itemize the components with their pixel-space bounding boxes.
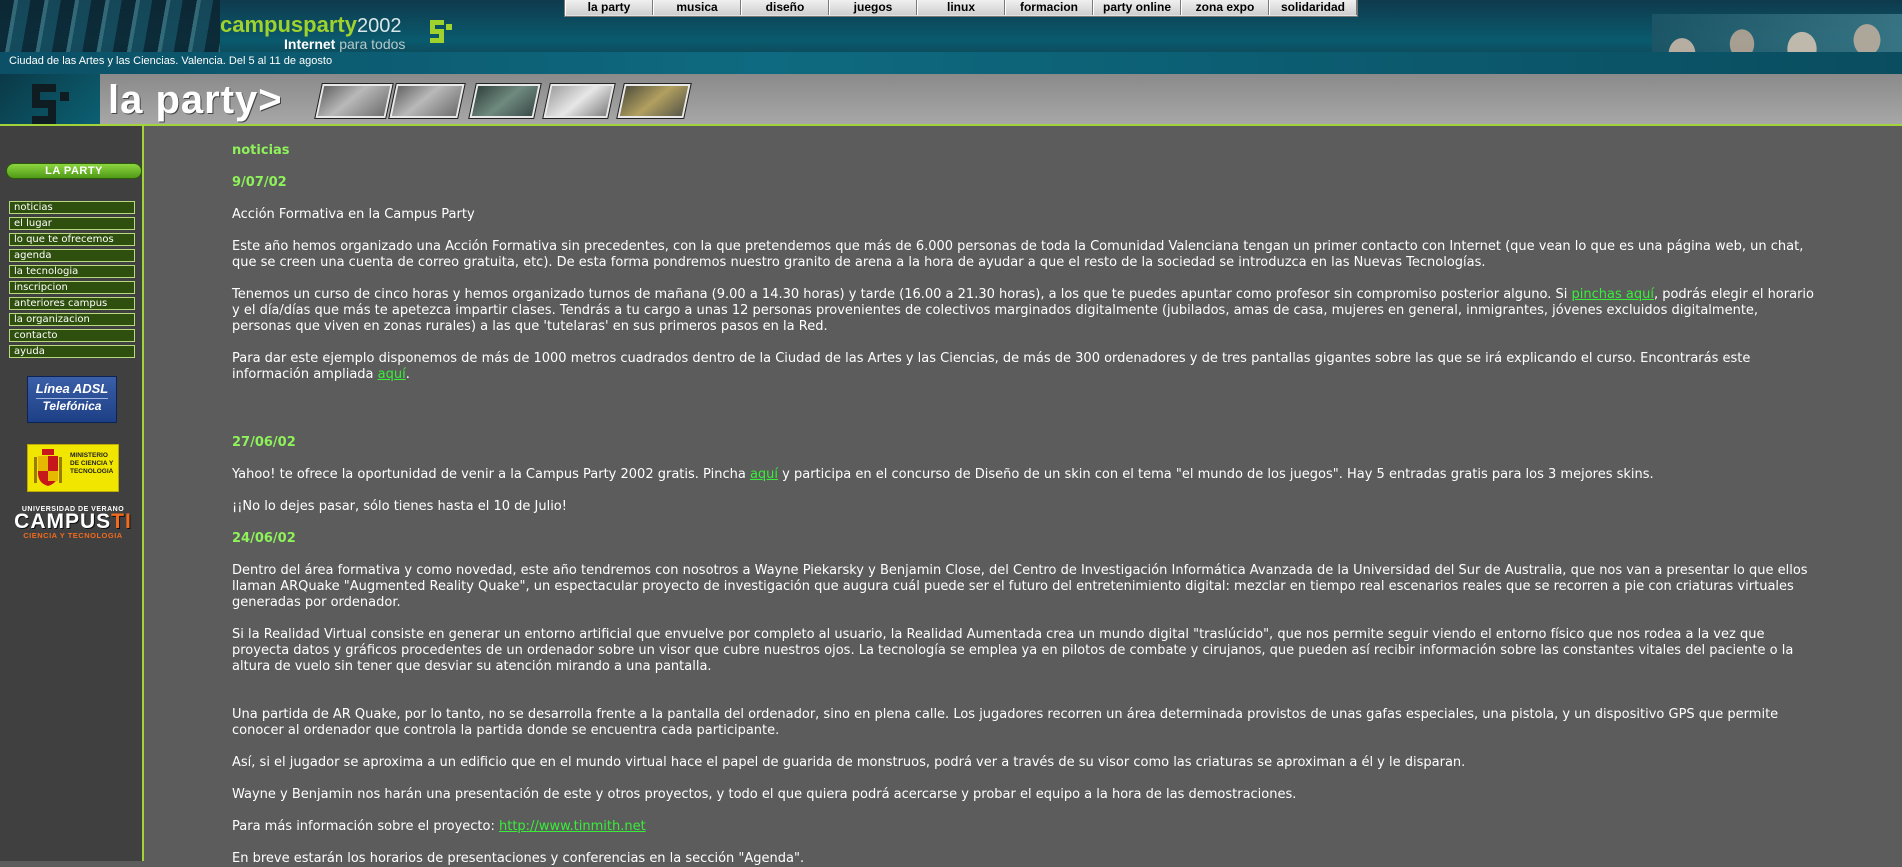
sidebar: LA PARTY noticias el lugar lo que te ofr… (0, 126, 144, 861)
brand-slogan: Internet para todos (284, 36, 405, 52)
banner-photo-2 (388, 83, 466, 119)
adsl-line1: Línea ADSL (35, 381, 109, 396)
news-2-paragraph-1: Yahoo! te ofrece la oportunidad de venir… (232, 467, 1654, 482)
sidebar-item-anteriores-campus[interactable]: anteriores campus (9, 297, 135, 310)
linea-adsl-telefonica-banner[interactable]: Línea ADSL Telefónica (27, 376, 117, 423)
nav-musica[interactable]: musica (653, 0, 741, 15)
yahoo-aqui-link[interactable]: aquí (750, 467, 778, 482)
sidebar-item-inscripcion[interactable]: inscripcion (9, 281, 135, 294)
adsl-line2: Telefónica (36, 398, 108, 413)
nav-solidaridad[interactable]: solidaridad (1269, 0, 1357, 15)
sidebar-item-ayuda[interactable]: ayuda (9, 345, 135, 358)
news-date-1: 9/07/02 (232, 175, 287, 190)
news-date-3: 24/06/02 (232, 531, 296, 546)
brand-year: 2002 (356, 15, 402, 37)
sidebar-item-la-tecnologia[interactable]: la tecnologia (9, 265, 135, 278)
slogan-light: para todos (339, 36, 406, 52)
sidebar-item-agenda[interactable]: agenda (9, 249, 135, 262)
section-logo-icon (32, 84, 69, 124)
campus-ti-main: CAMPUS (14, 510, 112, 533)
nav-formacion[interactable]: formacion (1005, 0, 1093, 15)
coat-of-arms-icon (34, 449, 62, 486)
sidebar-item-noticias[interactable]: noticias (9, 201, 135, 214)
campus-ti-accent: TI (111, 510, 132, 533)
section-title: la party> (108, 78, 283, 122)
page-heading: noticias (232, 143, 290, 158)
campus-ti-logo[interactable]: UNIVERSIDAD DE VERANO CAMPUSTI CIENCIA Y… (8, 506, 138, 540)
campusparty-mark-icon (430, 20, 452, 43)
nav-diseno[interactable]: diseño (741, 0, 829, 15)
campusparty-logo[interactable]: campusparty2002 Internet para todos (220, 12, 405, 52)
news-3-paragraph-7: En breve estarán los horarios de present… (232, 851, 805, 866)
nav-zona-expo[interactable]: zona expo (1181, 0, 1269, 15)
banner-photo-4 (542, 83, 616, 119)
news-1-paragraph-2: Tenemos un curso de cinco horas y hemos … (232, 287, 1814, 334)
news-3-paragraph-1: Dentro del área formativa y como novedad… (232, 563, 1808, 610)
informacion-ampliada-link[interactable]: aquí (378, 367, 406, 382)
sidebar-item-lo-que-te-ofrecemos[interactable]: lo que te ofrecemos (9, 233, 135, 246)
news-3-paragraph-4: Así, si el jugador se aproxima a un edif… (232, 755, 1466, 770)
nav-party-online[interactable]: party online (1093, 0, 1181, 15)
news-3-paragraph-6: Para más información sobre el proyecto: … (232, 819, 646, 834)
event-location-text: Ciudad de las Artes y las Ciencias. Vale… (9, 55, 333, 67)
nav-linux[interactable]: linux (917, 0, 1005, 15)
nav-la-party[interactable]: la party (565, 0, 653, 15)
tinmith-link[interactable]: http://www.tinmith.net (499, 819, 646, 834)
news-2-paragraph-2: ¡¡No lo dejes pasar, sólo tienes hasta e… (232, 499, 567, 514)
news-date-2: 27/06/02 (232, 435, 296, 450)
ministerio-text: MINISTERIO DE CIENCIA Y TECNOLOGIA (70, 452, 114, 475)
news-3-paragraph-3: Una partida de AR Quake, por lo tanto, n… (232, 707, 1779, 738)
pinchas-aqui-link[interactable]: pinchas aquí (1572, 287, 1654, 302)
sidebar-section-title: LA PARTY (6, 163, 142, 179)
banner-photo-3 (468, 83, 542, 119)
news-1-paragraph-1: Este año hemos organizado una Acción For… (232, 239, 1804, 270)
header-stripes-graphic (0, 0, 220, 52)
news-title-1: Acción Formativa en la Campus Party (232, 207, 475, 222)
brand-name: campusparty (220, 12, 357, 37)
news-3-paragraph-2: Si la Realidad Virtual consiste en gener… (232, 627, 1794, 674)
banner-photo-1 (314, 83, 394, 119)
sidebar-item-el-lugar[interactable]: el lugar (9, 217, 135, 230)
news-3-paragraph-5: Wayne y Benjamin nos harán una presentac… (232, 787, 1297, 802)
slogan-strong: Internet (284, 36, 336, 52)
sidebar-item-la-organizacion[interactable]: la organizacion (9, 313, 135, 326)
section-banner: la party> (0, 74, 1902, 126)
banner-photo-5 (616, 83, 692, 119)
news-1-paragraph-3: Para dar este ejemplo disponemos de más … (232, 351, 1751, 382)
top-nav: la party musica diseño juegos linux form… (564, 0, 1358, 17)
sidebar-menu: noticias el lugar lo que te ofrecemos ag… (9, 201, 135, 361)
nav-juegos[interactable]: juegos (829, 0, 917, 15)
ministerio-ciencia-banner[interactable]: MINISTERIO DE CIENCIA Y TECNOLOGIA (27, 444, 119, 492)
sidebar-item-contacto[interactable]: contacto (9, 329, 135, 342)
campus-ti-line3: CIENCIA Y TECNOLOGIA (23, 531, 123, 540)
